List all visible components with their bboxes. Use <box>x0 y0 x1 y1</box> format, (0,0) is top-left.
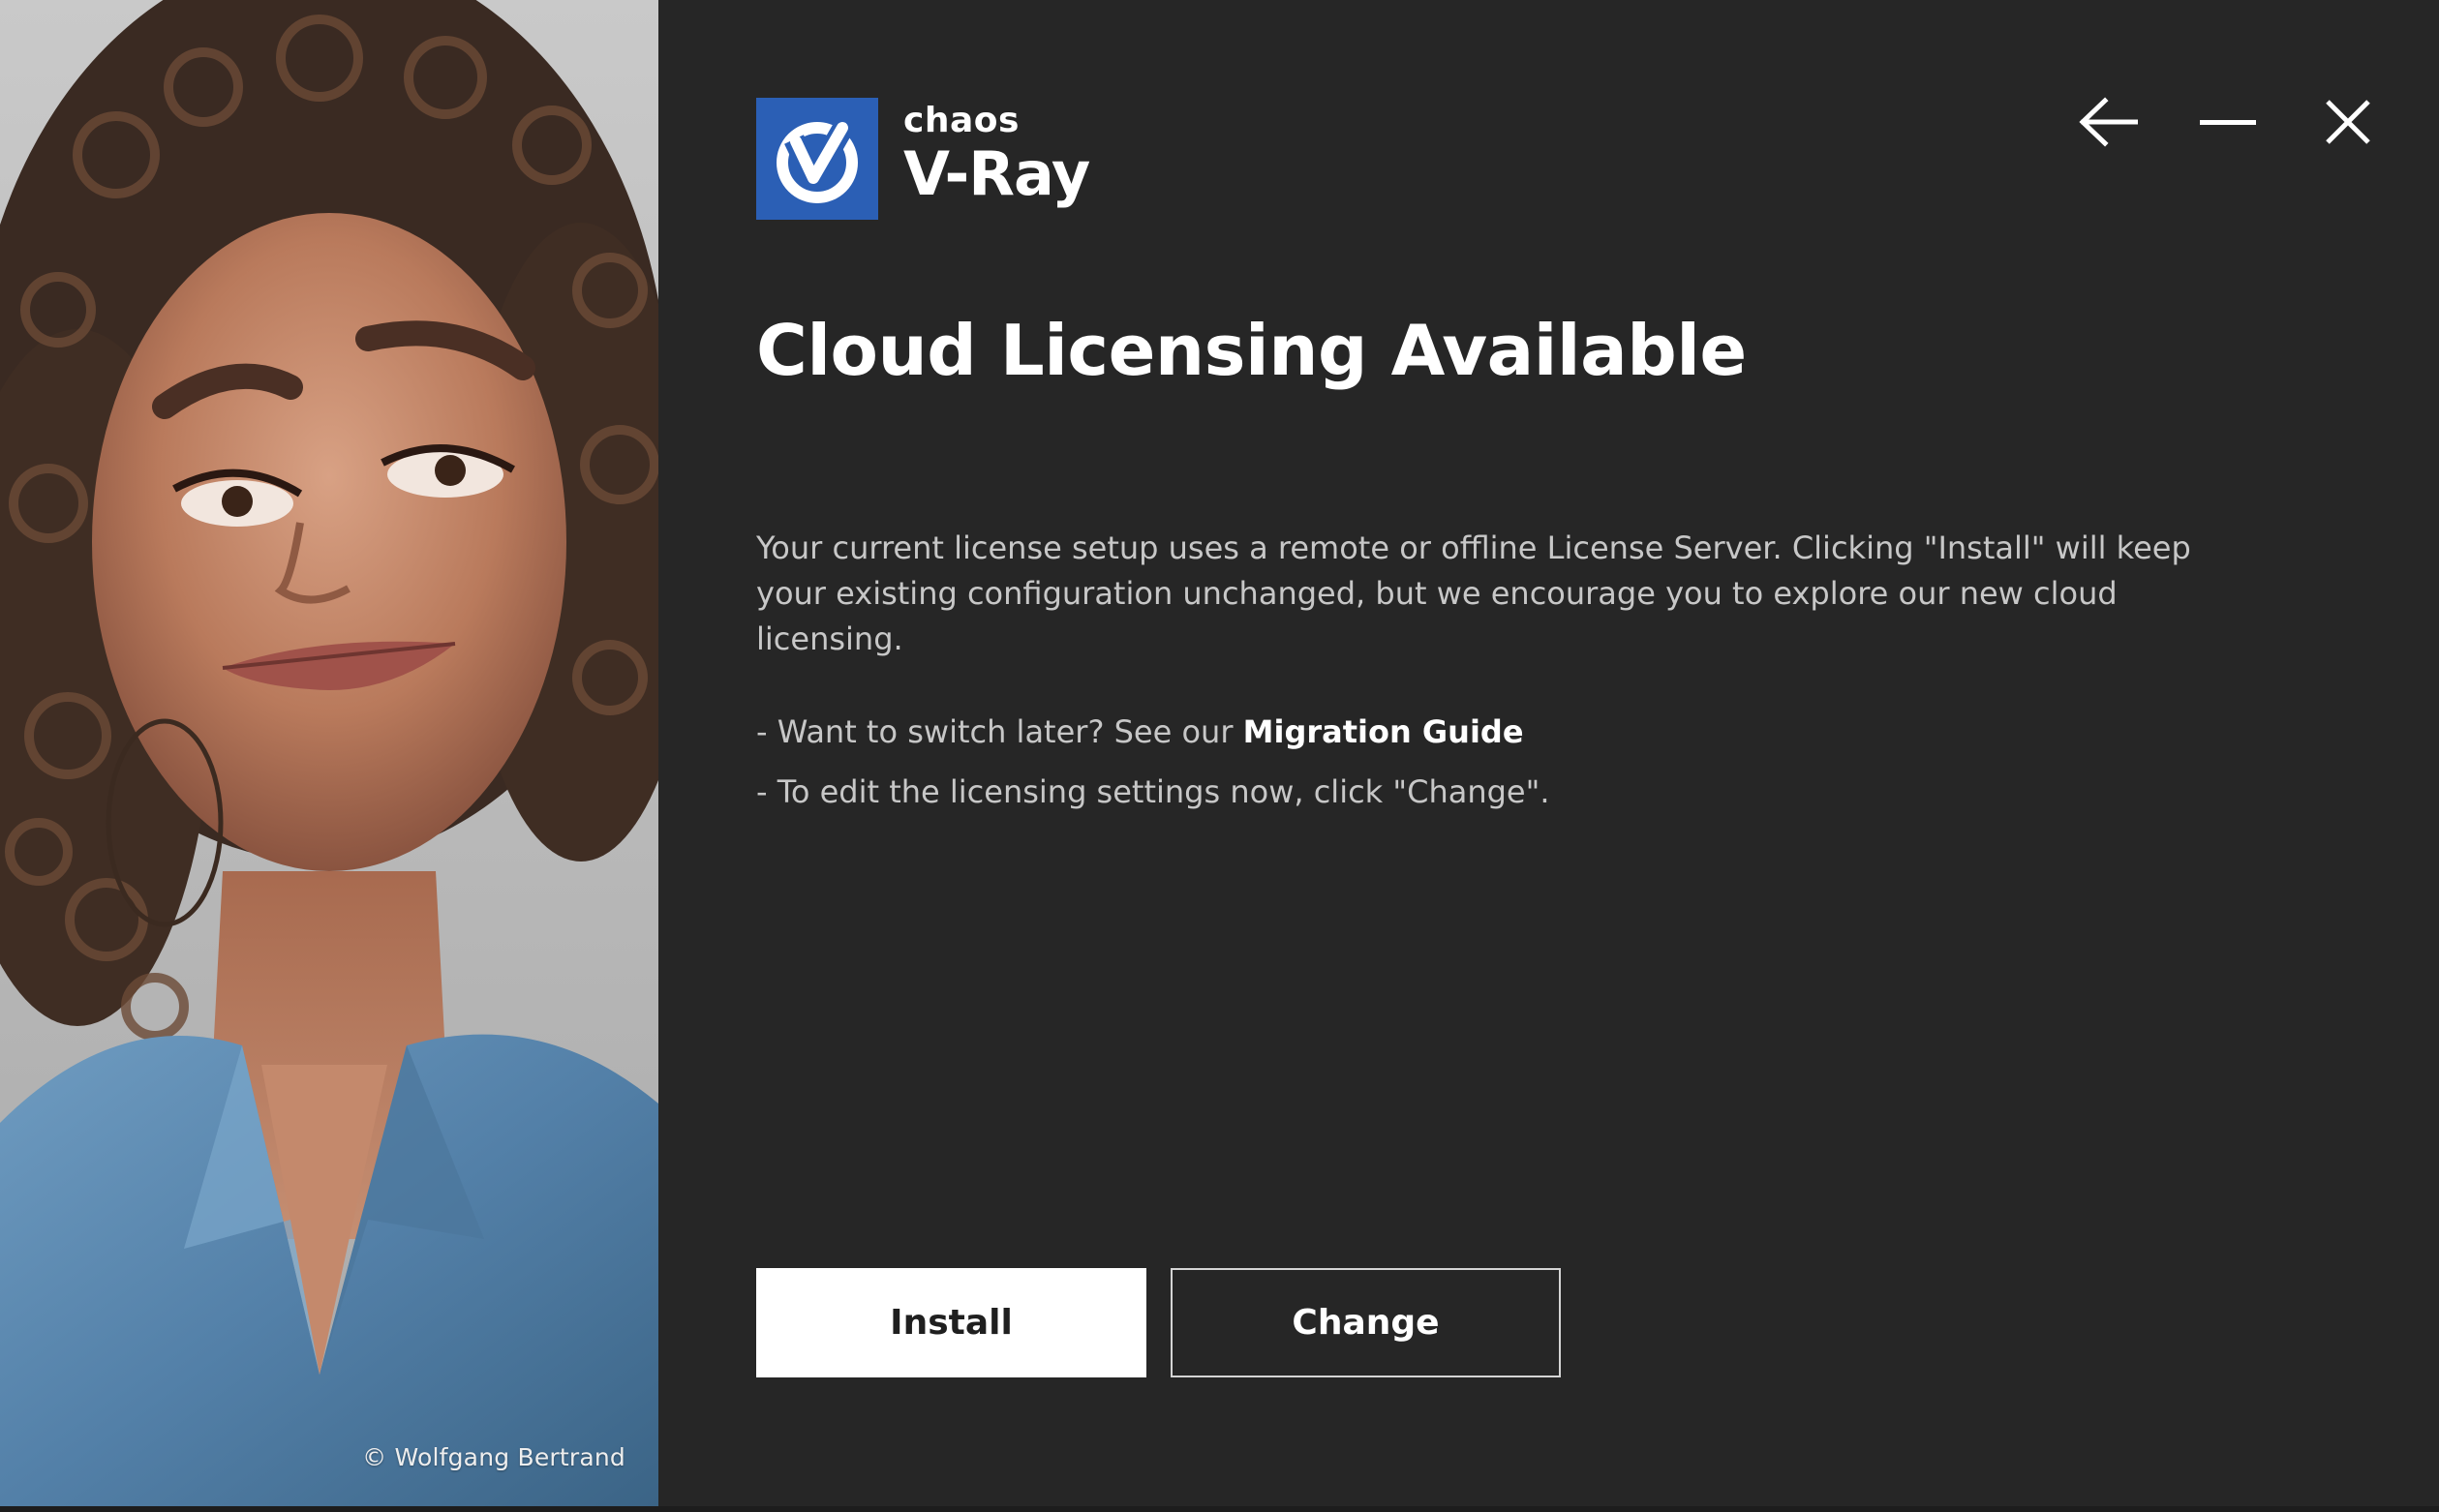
brand-product: V-Ray <box>903 138 1090 209</box>
artwork-illustration <box>0 0 658 1506</box>
vray-logo <box>756 98 878 220</box>
action-buttons: Install Change <box>756 1268 1561 1377</box>
page-title: Cloud Licensing Available <box>756 310 1747 391</box>
change-button[interactable]: Change <box>1171 1268 1561 1377</box>
vray-v-logo-icon <box>777 120 858 203</box>
content-area: chaos V-Ray Cloud Licensing Available Yo… <box>756 0 2439 1512</box>
artwork-credit: © Wolfgang Bertrand <box>362 1443 625 1471</box>
list-item: - Want to switch later? See our Migratio… <box>756 709 1550 769</box>
change-hint-text: - To edit the licensing settings now, cl… <box>756 773 1550 810</box>
list-item: - To edit the licensing settings now, cl… <box>756 769 1550 829</box>
description-text: Your current license setup uses a remote… <box>756 529 2191 657</box>
installer-window: © Wolfgang Bertrand chaos V-Ray Cloud Li… <box>0 0 2439 1512</box>
migration-hint-text: - Want to switch later? See our <box>756 713 1243 750</box>
brand-wordmark: chaos V-Ray <box>903 101 1090 209</box>
brand-header: chaos V-Ray <box>756 98 1090 220</box>
migration-guide-link[interactable]: Migration Guide <box>1243 713 1524 750</box>
brand-company: chaos <box>903 101 1020 140</box>
character-artwork: © Wolfgang Bertrand <box>0 0 658 1506</box>
install-button[interactable]: Install <box>756 1268 1146 1377</box>
info-list: - Want to switch later? See our Migratio… <box>756 709 1550 829</box>
